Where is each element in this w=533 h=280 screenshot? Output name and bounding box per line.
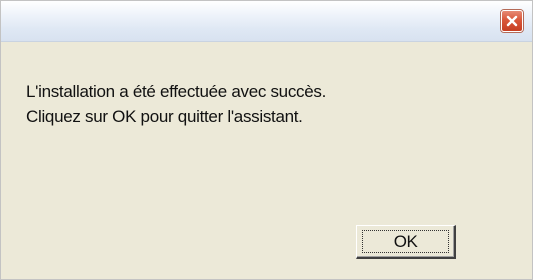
- message-line-instruction: Cliquez sur OK pour quitter l'assistant.: [26, 107, 303, 126]
- ok-button[interactable]: OK: [356, 225, 456, 259]
- close-button[interactable]: [501, 10, 523, 32]
- message-dialog: L'installation a été effectuée avec succ…: [0, 0, 533, 280]
- ok-button-label: OK: [393, 231, 418, 251]
- focus-rectangle: OK: [362, 230, 449, 253]
- close-icon: [506, 15, 518, 27]
- message-line-success: L'installation a été effectuée avec succ…: [26, 82, 327, 101]
- title-bar[interactable]: [1, 1, 532, 42]
- message-body: L'installation a été effectuée avec succ…: [26, 79, 506, 129]
